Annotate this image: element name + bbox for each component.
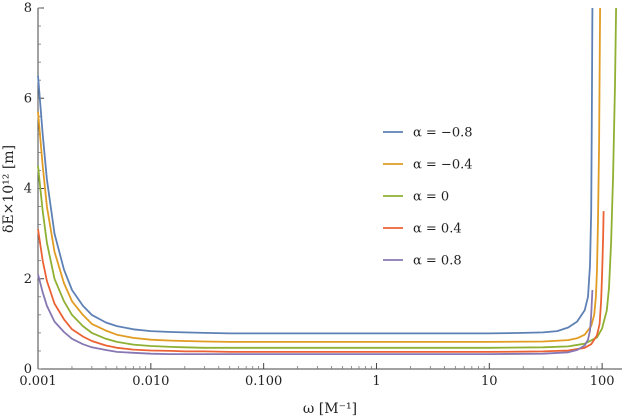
x-axis-label: ω [M⁻¹] bbox=[303, 401, 357, 417]
x-tick-label: 0.100 bbox=[245, 374, 282, 389]
series-line-2 bbox=[37, 7, 601, 343]
legend-label-2: α = −0.4 bbox=[413, 158, 473, 173]
y-tick-label: 8 bbox=[24, 1, 32, 16]
series-line-3 bbox=[37, 7, 617, 349]
y-tick-label: 4 bbox=[24, 182, 32, 197]
legend-label-1: α = −0.8 bbox=[413, 126, 473, 141]
series-line-4 bbox=[37, 211, 605, 353]
y-axis-label: δE×10¹² [m] bbox=[1, 145, 17, 233]
legend: α = −0.8 α = −0.4 α = 0 α = 0.4 α = 0.8 bbox=[383, 126, 473, 269]
legend-label-5: α = 0.8 bbox=[413, 254, 462, 269]
legend-label-3: α = 0 bbox=[413, 190, 449, 205]
chart: 0.001 0.010 0.100 1 10 10002468 α = −0.8α = −… bbox=[1, 1, 622, 417]
x-tick-label: 0.010 bbox=[132, 374, 169, 389]
x-tick-label: 100 bbox=[590, 374, 615, 389]
x-tick-label: 10 bbox=[481, 374, 498, 389]
series-line-1 bbox=[37, 7, 594, 335]
y-tick-label: 0 bbox=[24, 362, 32, 377]
y-tick-label: 6 bbox=[24, 91, 32, 106]
series-group bbox=[37, 7, 617, 356]
x-tick-label: 1 bbox=[372, 374, 380, 389]
plot-frame bbox=[37, 8, 622, 370]
y-tick-label: 2 bbox=[24, 272, 32, 287]
legend-label-4: α = 0.4 bbox=[413, 222, 462, 237]
